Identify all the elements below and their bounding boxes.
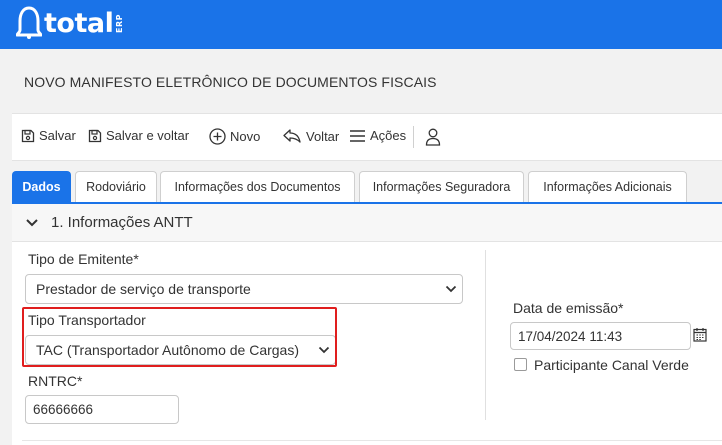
- section-bottom-divider: [22, 440, 722, 441]
- data-emissao-input[interactable]: 17/04/2024 11:43: [510, 322, 691, 350]
- back-label: Voltar: [306, 128, 340, 144]
- rntrc-input[interactable]: 66666666: [25, 395, 179, 424]
- floppy-disk-icon: [21, 129, 35, 142]
- tab-rodoviario[interactable]: Rodoviário: [75, 171, 157, 202]
- canal-verde-label[interactable]: Participante Canal Verde: [534, 357, 689, 373]
- tab-informacoes-seguradora[interactable]: Informações Seguradora: [359, 171, 524, 202]
- save-label: Salvar: [39, 128, 76, 143]
- tab-dados[interactable]: Dados: [12, 171, 71, 202]
- rntrc-label: RNTRC*: [28, 373, 83, 389]
- logo-erp: ERP: [115, 13, 125, 33]
- back-button[interactable]: Voltar: [282, 128, 339, 144]
- tab-informacoes-documentos[interactable]: Informações dos Documentos: [160, 171, 355, 202]
- canal-verde-checkbox[interactable]: [514, 358, 527, 371]
- top-bar: total ERP: [0, 0, 722, 49]
- toolbar-divider: [413, 126, 414, 148]
- reply-arrow-icon: [283, 129, 301, 143]
- column-divider: [485, 250, 486, 420]
- emitente-label: Tipo de Emitente*: [28, 251, 139, 267]
- toolbar: Salvar Salvar e voltar Novo Voltar Ações: [12, 113, 722, 161]
- rntrc-value: 66666666: [33, 402, 94, 417]
- transportador-highlight-box: [22, 307, 337, 367]
- actions-label: Ações: [370, 128, 407, 143]
- page-title: NOVO MANIFESTO ELETRÔNICO DE DOCUMENTOS …: [24, 74, 437, 90]
- actions-menu-button[interactable]: Ações: [349, 128, 406, 143]
- logo[interactable]: total ERP: [16, 6, 124, 40]
- calendar-icon[interactable]: [693, 327, 707, 347]
- new-label: Novo: [230, 129, 261, 144]
- floppy-disk-icon: [88, 129, 102, 142]
- emitente-value: Prestador de serviço de transporte: [36, 281, 251, 297]
- chevron-down-icon: [26, 218, 38, 226]
- logo-word: total: [44, 7, 114, 39]
- tab-informacoes-adicionais[interactable]: Informações Adicionais: [528, 171, 687, 202]
- new-button[interactable]: Novo: [209, 128, 260, 145]
- user-icon: [425, 128, 441, 146]
- section-title: 1. Informações ANTT: [51, 214, 193, 231]
- save-button[interactable]: Salvar: [21, 128, 76, 143]
- hamburger-menu-icon: [350, 129, 365, 142]
- save-and-back-label: Salvar e voltar: [106, 128, 190, 143]
- logo-bell-icon: [16, 6, 42, 39]
- save-and-back-button[interactable]: Salvar e voltar: [88, 128, 189, 143]
- user-button[interactable]: [425, 128, 441, 146]
- section-header[interactable]: 1. Informações ANTT: [12, 204, 722, 242]
- plus-circle-icon: [209, 128, 226, 145]
- data-emissao-label: Data de emissão*: [513, 300, 624, 316]
- data-emissao-value: 17/04/2024 11:43: [518, 328, 623, 344]
- emitente-select[interactable]: Prestador de serviço de transporte: [25, 274, 463, 304]
- chevron-down-icon: [440, 285, 462, 293]
